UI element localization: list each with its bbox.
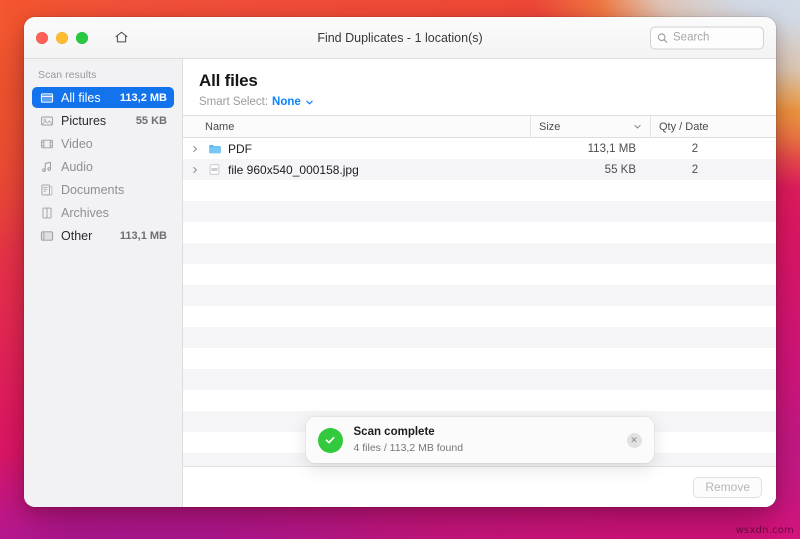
column-header-qty-date[interactable]: Qty / Date [650,116,776,137]
table-row[interactable]: PDF 113,1 MB 2 [183,138,776,159]
chevron-down-icon[interactable] [305,98,314,107]
sidebar-item-size: 113,2 MB [119,91,167,104]
sidebar-item-video[interactable]: Video [32,133,174,154]
table-row-empty [183,243,776,264]
search-icon [657,32,668,43]
table-row-empty [183,369,776,390]
table-header: Name Size Qty / Date [183,115,776,138]
search-input[interactable] [673,31,757,44]
sort-descending-icon [633,122,642,131]
archives-icon [39,205,54,220]
audio-icon [39,159,54,174]
file-name: PDF [228,141,252,156]
image-file-icon [207,163,222,176]
sidebar-item-pictures[interactable]: Pictures 55 KB [32,110,174,131]
sidebar-item-other[interactable]: Other 113,1 MB [32,225,174,246]
table-row-empty [183,201,776,222]
cell-name: PDF [183,138,530,159]
cell-size: 55 KB [604,163,636,176]
toast-notification: Scan complete 4 files / 113,2 MB found ✕ [305,417,654,463]
column-header-qty-date-label: Qty / Date [659,120,709,133]
disclosure-triangle-icon[interactable] [188,145,201,153]
smart-select-row[interactable]: Smart Select: None [199,96,760,108]
folder-icon [207,142,222,156]
column-header-size[interactable]: Size [530,116,650,137]
table-row[interactable]: file 960x540_000158.jpg 55 KB 2 [183,159,776,180]
sidebar-item-label: All files [61,90,101,105]
toast-subtitle: 4 files / 113,2 MB found [353,441,464,454]
app-window: Find Duplicates - 1 location(s) Scan res… [24,17,776,507]
sidebar-item-label: Archives [61,205,109,220]
sidebar-item-label: Video [61,136,93,151]
window-titlebar: Find Duplicates - 1 location(s) [24,17,776,59]
sidebar-heading: Scan results [38,69,97,81]
remove-button[interactable]: Remove [693,476,762,498]
sidebar-item-audio[interactable]: Audio [32,156,174,177]
other-icon [39,228,54,243]
main-pane: All files Smart Select: None Name Size Q… [183,59,776,507]
table-row-empty [183,285,776,306]
cell-qty: 2 [691,163,699,176]
footer-bar: Remove [183,466,776,507]
desktop-background: wsxdn.com Find Duplicates - 1 location(s… [0,0,800,539]
pictures-icon [39,113,54,128]
search-box[interactable] [650,26,764,49]
sidebar-item-archives[interactable]: Archives [32,202,174,223]
home-icon[interactable] [110,27,132,49]
close-icon[interactable]: ✕ [626,432,642,448]
sidebar: Scan results All files 113,2 MB Pictures… [24,59,183,507]
window-body: Scan results All files 113,2 MB Pictures… [24,59,776,507]
toast-text: Scan complete 4 files / 113,2 MB found [354,425,616,455]
checkmark-icon [317,427,343,453]
table-row-empty [183,348,776,369]
cell-size: 113,1 MB [587,142,636,155]
table-row-empty [183,222,776,243]
documents-icon [39,182,54,197]
cell-name: file 960x540_000158.jpg [183,159,530,180]
table-row-empty [183,180,776,201]
column-header-name[interactable]: Name [183,116,530,137]
smart-select-value[interactable]: None [272,96,301,108]
sidebar-item-label: Pictures [61,113,107,128]
column-header-size-label: Size [539,120,561,133]
all-files-icon [39,90,54,105]
sidebar-item-size: 55 KB [135,114,167,127]
table-row-empty [183,327,776,348]
video-icon [39,136,54,151]
maximize-window-button[interactable] [76,31,88,44]
sidebar-item-size: 113,1 MB [119,229,167,242]
sidebar-item-all-files[interactable]: All files 113,2 MB [32,87,174,108]
page-title: All files [199,71,258,90]
sidebar-item-label: Documents [61,182,125,197]
close-window-button[interactable] [36,31,48,44]
file-name: file 960x540_000158.jpg [228,162,359,177]
sidebar-item-label: Other [61,228,93,243]
sidebar-item-label: Audio [61,159,93,174]
watermark: wsxdn.com [735,525,794,536]
main-header: All files Smart Select: None [183,59,776,115]
column-header-name-label: Name [205,120,235,133]
disclosure-triangle-icon[interactable] [188,166,201,174]
minimize-window-button[interactable] [56,31,68,44]
table-row-empty [183,264,776,285]
traffic-lights [36,31,88,44]
table-row-empty [183,390,776,411]
table-row-empty [183,306,776,327]
cell-qty: 2 [691,142,699,155]
smart-select-label: Smart Select: [199,96,269,108]
toast-title: Scan complete [353,426,435,439]
sidebar-item-documents[interactable]: Documents [32,179,174,200]
